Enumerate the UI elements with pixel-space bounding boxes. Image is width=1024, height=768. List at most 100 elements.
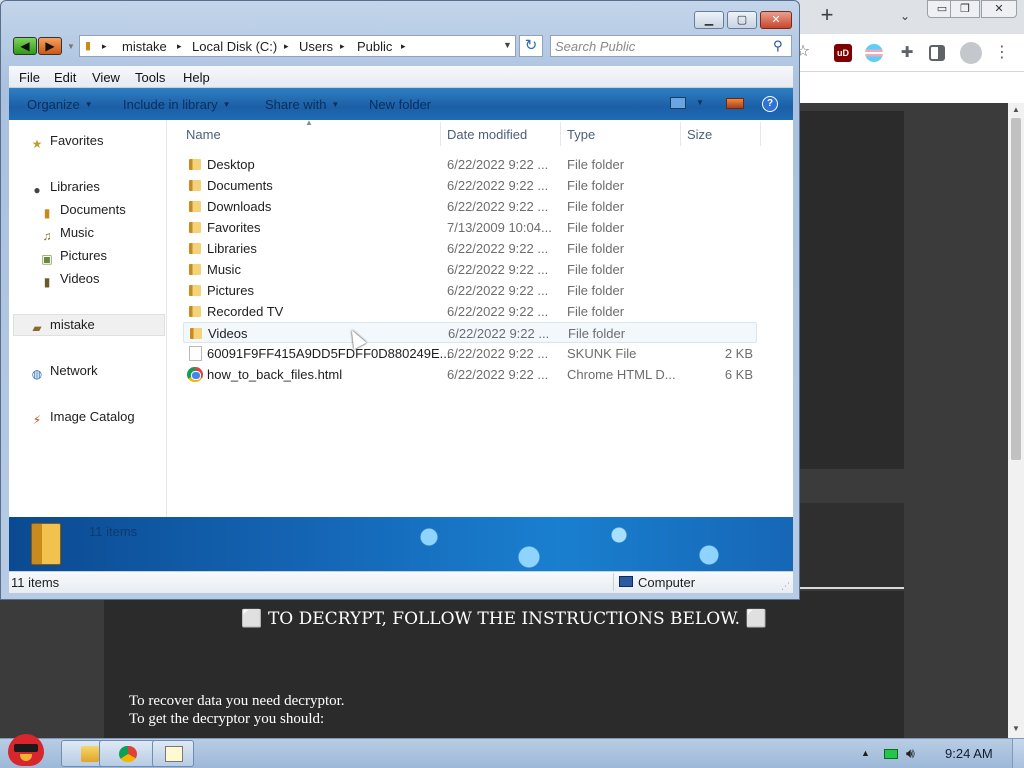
file-row[interactable]: Desktop 6/22/2022 9:22 ... File folder [183,154,757,175]
folder-icon [187,304,203,319]
ublock-icon[interactable]: uD [834,44,852,62]
help-icon[interactable]: ? [762,96,778,112]
explorer-title-bar[interactable] [1,1,799,33]
folder-icon [31,523,61,565]
search-input[interactable] [555,38,765,55]
menu-icon[interactable]: ⋮ [994,44,1010,62]
menu-file[interactable]: File [19,70,40,85]
ransom-text-line: To get the decryptor you should: [129,711,325,727]
breadcrumb-separator[interactable]: ▸ [102,41,107,52]
taskbar-chrome-button[interactable] [99,740,156,767]
nav-favorites[interactable]: ★ Favorites [29,133,104,153]
breadcrumb-separator[interactable]: ▸ [284,41,289,52]
column-header-name[interactable]: Name [186,127,221,142]
file-name: Videos [208,326,248,341]
column-divider[interactable] [680,122,681,146]
file-name: how_to_back_files.html [207,367,343,382]
file-size: 2 KB [724,346,753,361]
breadcrumb-separator[interactable]: ▸ [340,41,345,52]
back-button[interactable]: ◀ [13,37,37,55]
column-divider[interactable] [440,122,441,146]
folder-icon [187,241,203,256]
volume-icon[interactable]: 🔊︎ [906,745,915,762]
preview-pane-icon[interactable] [726,98,744,109]
file-name: Downloads [207,199,272,214]
battery-icon[interactable] [884,749,898,759]
folder-icon [187,262,203,277]
nav-library-videos[interactable]: ▮ Videos [39,271,100,291]
scroll-down-icon[interactable]: ▼ [1008,722,1024,736]
show-desktop-button[interactable] [1012,739,1024,768]
menu-view[interactable]: View [92,70,120,85]
menu-tools[interactable]: Tools [135,70,165,85]
resize-grip-icon[interactable]: ⋰ [781,581,790,592]
file-row[interactable]: Documents 6/22/2022 9:22 ... File folder [183,175,757,196]
search-box[interactable]: ⚲ [550,35,792,57]
show-hidden-icons-icon[interactable]: ▲ [861,748,870,758]
file-row[interactable]: 60091F9FF415A9DD5FDFF0D880249E... 6/22/20… [183,343,757,364]
angry-bird-start-icon[interactable] [8,734,44,766]
file-date: 6/22/2022 9:22 ... [447,262,549,277]
menu-edit[interactable]: Edit [54,70,76,85]
flag-icon[interactable] [865,44,883,62]
chevron-down-icon[interactable]: ▼ [696,98,704,107]
column-header-size[interactable]: Size [687,127,712,142]
explorer-minimize-button[interactable]: ▁ [694,11,724,29]
chevron-down-icon[interactable]: ⌄ [895,6,915,26]
file-name: 60091F9FF415A9DD5FDFF0D880249E... [207,346,451,361]
address-dropdown-icon[interactable]: ▼ [503,40,512,50]
taskbar-notepad-button[interactable] [152,740,194,767]
file-row[interactable]: Videos 6/22/2022 9:22 ... File folder [183,322,757,343]
refresh-icon[interactable]: ↻ [519,35,543,57]
recent-pages-icon[interactable]: ▼ [67,42,75,51]
new-tab-button[interactable]: + [815,4,839,28]
file-row[interactable]: Music 6/22/2022 9:22 ... File folder [183,259,757,280]
breadcrumb-item[interactable]: Public [357,39,392,54]
file-row[interactable]: Downloads 6/22/2022 9:22 ... File folder [183,196,757,217]
browser-restore-button[interactable]: ❐ [950,0,980,18]
explorer-maximize-button[interactable]: ▢ [727,11,757,29]
taskbar-clock[interactable]: 9:24 AM [945,746,993,761]
share-with-button[interactable]: Share with ▼ [265,97,339,112]
scrollbar-thumb[interactable] [1011,118,1021,460]
libraries-icon: ● [33,183,41,197]
puzzle-icon[interactable]: ✚ [898,44,916,62]
profile-icon[interactable] [960,42,982,64]
column-divider[interactable] [560,122,561,146]
new-folder-button[interactable]: New folder [369,97,431,112]
file-date: 6/22/2022 9:22 ... [448,326,550,341]
browser-close-button[interactable]: ✕ [981,0,1017,18]
search-icon[interactable]: ⚲ [773,38,783,54]
address-bar[interactable]: ▮ ▸ mistake ▸ Local Disk (C:) ▸ Users ▸ … [79,35,516,57]
nav-library-pictures[interactable]: ▣ Pictures [39,248,107,268]
nav-library-documents[interactable]: ▮ Documents [39,202,126,222]
nav-network[interactable]: ◍ Network [29,363,98,383]
organize-button[interactable]: Organize ▼ [27,97,93,112]
breadcrumb-item[interactable]: Users [299,39,333,54]
column-header-type[interactable]: Type [567,127,595,142]
scroll-up-icon[interactable]: ▲ [1008,103,1024,117]
file-row[interactable]: Pictures 6/22/2022 9:22 ... File folder [183,280,757,301]
nav-image-catalog[interactable]: ⚡ Image Catalog [29,409,135,429]
column-divider[interactable] [760,122,761,146]
ransom-headline: ⬜ TO DECRYPT, FOLLOW THE INSTRUCTIONS BE… [241,609,767,629]
file-row[interactable]: how_to_back_files.html 6/22/2022 9:22 ...… [183,364,757,385]
file-row[interactable]: Favorites 7/13/2009 10:04... File folder [183,217,757,238]
breadcrumb-item[interactable]: Local Disk (C:) [192,39,277,54]
file-type: File folder [567,241,625,256]
nav-library-music[interactable]: ♫ Music [39,225,94,245]
forward-button[interactable]: ▶ [38,37,62,55]
menu-help[interactable]: Help [183,70,210,85]
file-row[interactable]: Recorded TV 6/22/2022 9:22 ... File folder [183,301,757,322]
breadcrumb-separator[interactable]: ▸ [177,41,182,52]
sidepanel-icon[interactable] [929,45,945,61]
nav-computer-mistake[interactable]: ▰ mistake [29,317,94,337]
column-header-date[interactable]: Date modified [447,127,527,142]
include-in-library-button[interactable]: Include in library ▼ [123,97,231,112]
change-view-icon[interactable] [670,97,686,109]
nav-libraries[interactable]: ● Libraries [29,179,99,199]
breadcrumb-item[interactable]: mistake [122,39,167,54]
breadcrumb-separator[interactable]: ▸ [401,41,406,52]
file-row[interactable]: Libraries 6/22/2022 9:22 ... File folder [183,238,757,259]
explorer-close-button[interactable]: ✕ [760,11,792,29]
